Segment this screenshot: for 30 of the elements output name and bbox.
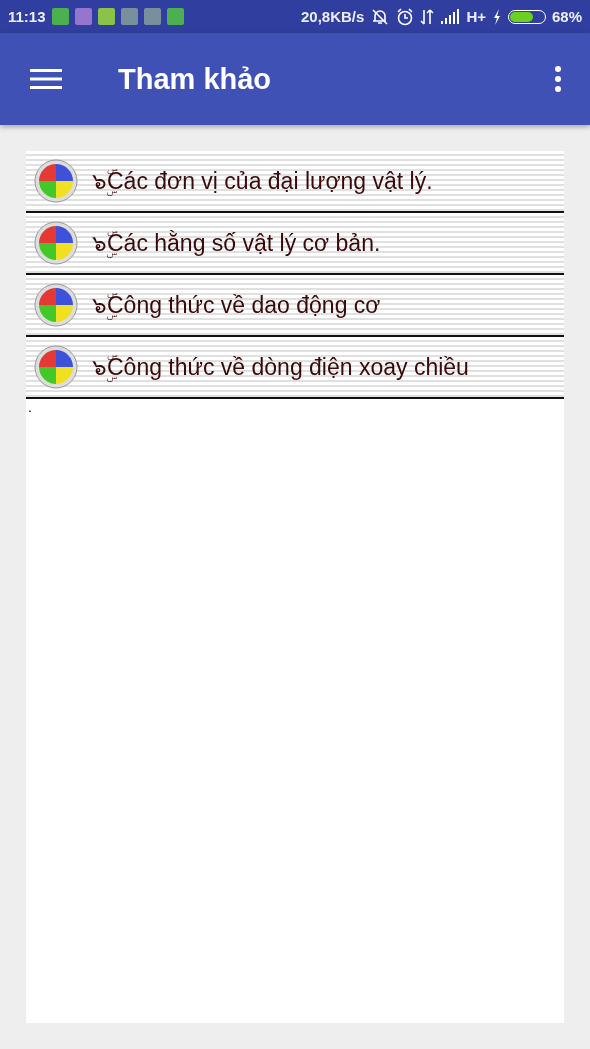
battery-percent: 68%	[551, 8, 582, 25]
notification-icon	[74, 8, 92, 25]
item-label: ๖ۣۜCông thức về dòng điện xoay chiều	[92, 353, 469, 384]
data-arrows-icon	[420, 7, 435, 26]
color-ball-icon	[34, 221, 78, 265]
list-item[interactable]: ๖ۣۜCác đơn vị của đại lượng vật lý.	[26, 151, 564, 213]
item-label: ๖ۣۜCác đơn vị của đại lượng vật lý.	[92, 167, 433, 198]
network-type: H+	[466, 8, 486, 25]
notification-icon	[166, 8, 184, 25]
more-options-icon[interactable]	[554, 65, 562, 93]
notification-icon	[51, 8, 69, 25]
network-speed: 20,8KB/s	[301, 8, 365, 25]
list-item[interactable]: ๖ۣۜCác hằng số vật lý cơ bản.	[26, 213, 564, 275]
list-item[interactable]: ๖ۣۜCông thức về dòng điện xoay chiều	[26, 337, 564, 399]
menu-icon[interactable]	[30, 67, 62, 91]
color-ball-icon	[34, 345, 78, 389]
charging-icon	[491, 7, 502, 26]
item-label: ๖ۣۜCác hằng số vật lý cơ bản.	[92, 229, 381, 260]
signal-icon	[440, 8, 461, 25]
notification-icon	[143, 8, 161, 25]
status-time: 11:13	[8, 8, 46, 25]
item-label: ๖ۣۜCông thức về dao động cơ	[92, 291, 381, 322]
list-item[interactable]: ๖ۣۜCông thức về dao động cơ	[26, 275, 564, 337]
color-ball-icon	[34, 283, 78, 327]
color-ball-icon	[34, 159, 78, 203]
notification-icon	[120, 8, 138, 25]
footer-text: .	[27, 399, 32, 415]
alarm-clock-icon	[396, 7, 415, 26]
app-title: Tham khảo	[118, 62, 272, 96]
notification-icon	[97, 8, 115, 25]
